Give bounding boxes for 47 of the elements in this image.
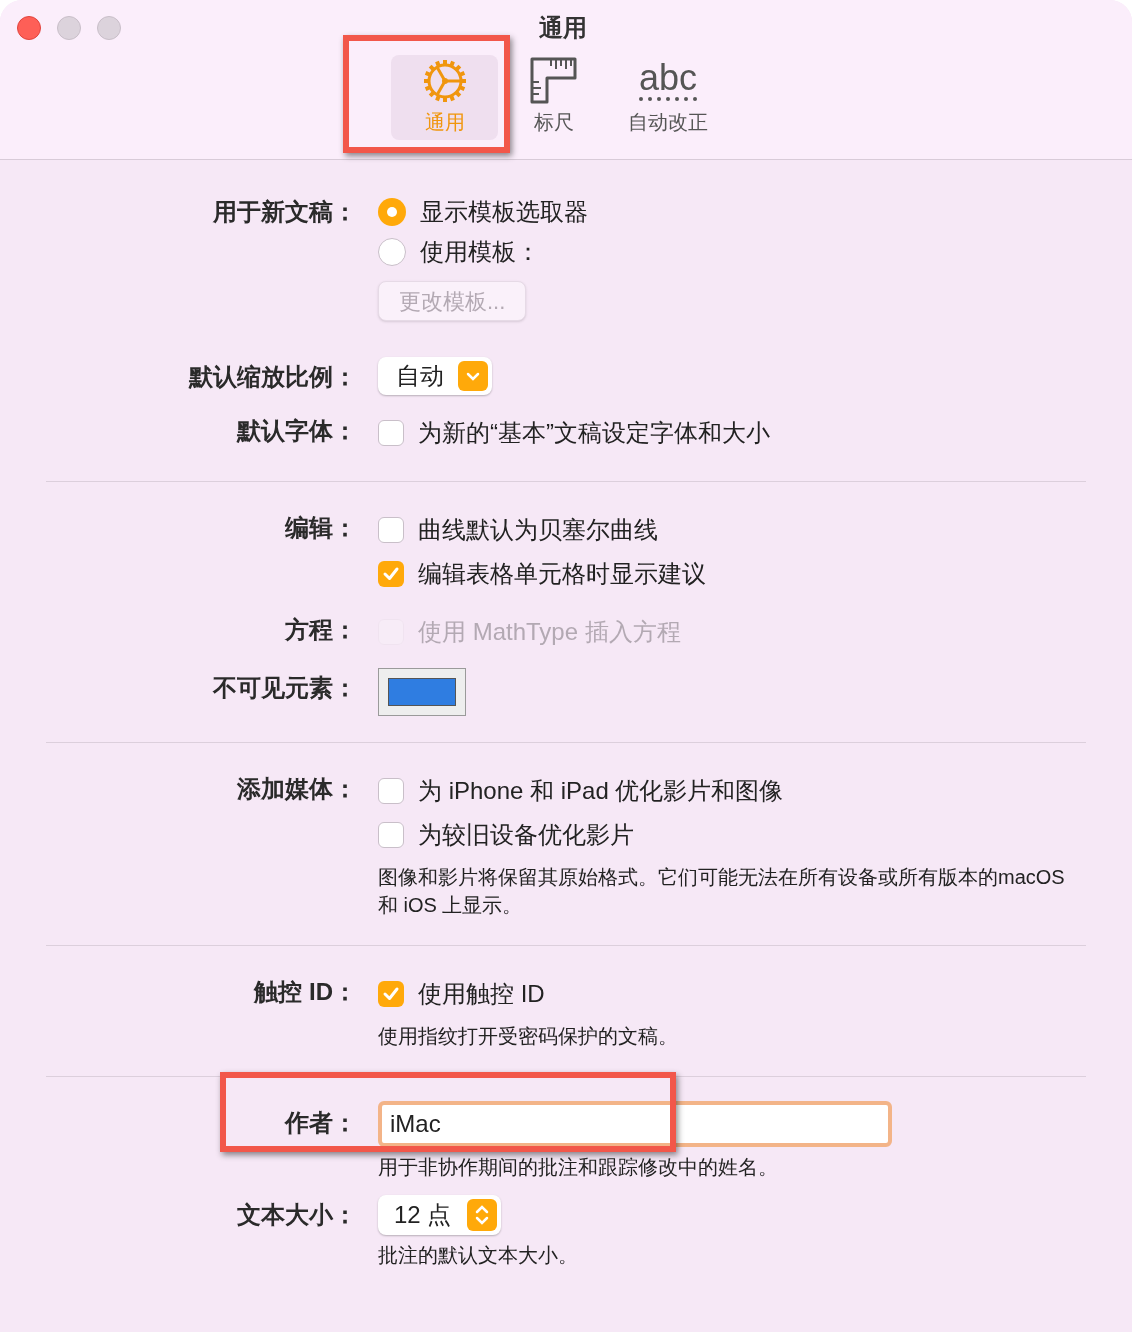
checkbox[interactable]: [378, 561, 404, 587]
checkbox-label: 使用触控 ID: [418, 979, 545, 1009]
hint-text: 图像和影片将保留其原始格式。它们可能无法在所有设备或所有版本的macOS 和 iOS 上显示。: [378, 865, 1066, 918]
ruler-icon: [529, 56, 579, 106]
checkbox-label: 使用 MathType 插入方程: [418, 617, 681, 647]
hint-text: 批注的默认文本大小。: [378, 1243, 579, 1268]
checkbox[interactable]: [378, 822, 404, 848]
close-button[interactable]: [17, 16, 41, 40]
setting-label: 方程：: [284, 615, 357, 645]
checkbox[interactable]: [378, 981, 404, 1007]
chevron-icon: [465, 370, 481, 382]
setting-label: 用于新文稿：: [212, 197, 357, 227]
checkbox-label: 为较旧设备优化影片: [418, 820, 634, 850]
check-icon: [382, 985, 400, 1003]
radio-button[interactable]: [378, 238, 406, 266]
zoom-popup[interactable]: 自动: [378, 357, 492, 395]
zoom-button[interactable]: [97, 16, 121, 40]
radio-label: 使用模板：: [420, 237, 540, 267]
gear-icon: [422, 59, 467, 103]
checkbox-label: 为 iPhone 和 iPad 优化影片和图像: [418, 776, 784, 806]
minimize-button[interactable]: [57, 16, 81, 40]
stepper-arrows-icon: [474, 1205, 491, 1225]
checkbox[interactable]: [378, 420, 404, 446]
checkbox-label: 为新的“基本”文稿设定字体和大小: [418, 418, 770, 448]
radio-label: 显示模板选取器: [420, 197, 588, 227]
toolbar-tab[interactable]: 标尺: [498, 55, 610, 140]
setting-label: 添加媒体：: [236, 774, 357, 804]
check-icon: [382, 565, 400, 583]
hint-text: 用于非协作期间的批注和跟踪修改中的姓名。: [378, 1155, 779, 1180]
text-size-stepper[interactable]: 12 点: [378, 1195, 502, 1235]
checkbox[interactable]: [378, 778, 404, 804]
setting-label: 不可见元素：: [211, 673, 357, 703]
setting-label: 默认字体：: [235, 416, 357, 446]
setting-label: 默认缩放比例：: [187, 362, 357, 392]
window-title: 通用: [538, 13, 588, 43]
checkbox[interactable]: [378, 517, 404, 543]
setting-label: 文本大小：: [236, 1200, 357, 1230]
setting-label: 触控 ID：: [252, 977, 357, 1007]
author-field[interactable]: iMac: [378, 1101, 892, 1147]
checkbox-label: 编辑表格单元格时显示建议: [418, 559, 706, 589]
toolbar-tab[interactable]: abc 自动改正: [610, 55, 726, 140]
setting-label: 作者：: [283, 1108, 357, 1138]
radio-button[interactable]: [378, 198, 406, 226]
hint-text: 使用指纹打开受密码保护的文稿。: [378, 1024, 679, 1049]
checkbox-label: 曲线默认为贝塞尔曲线: [418, 515, 658, 545]
setting-label: 编辑：: [284, 513, 357, 543]
color-well[interactable]: [378, 668, 466, 716]
